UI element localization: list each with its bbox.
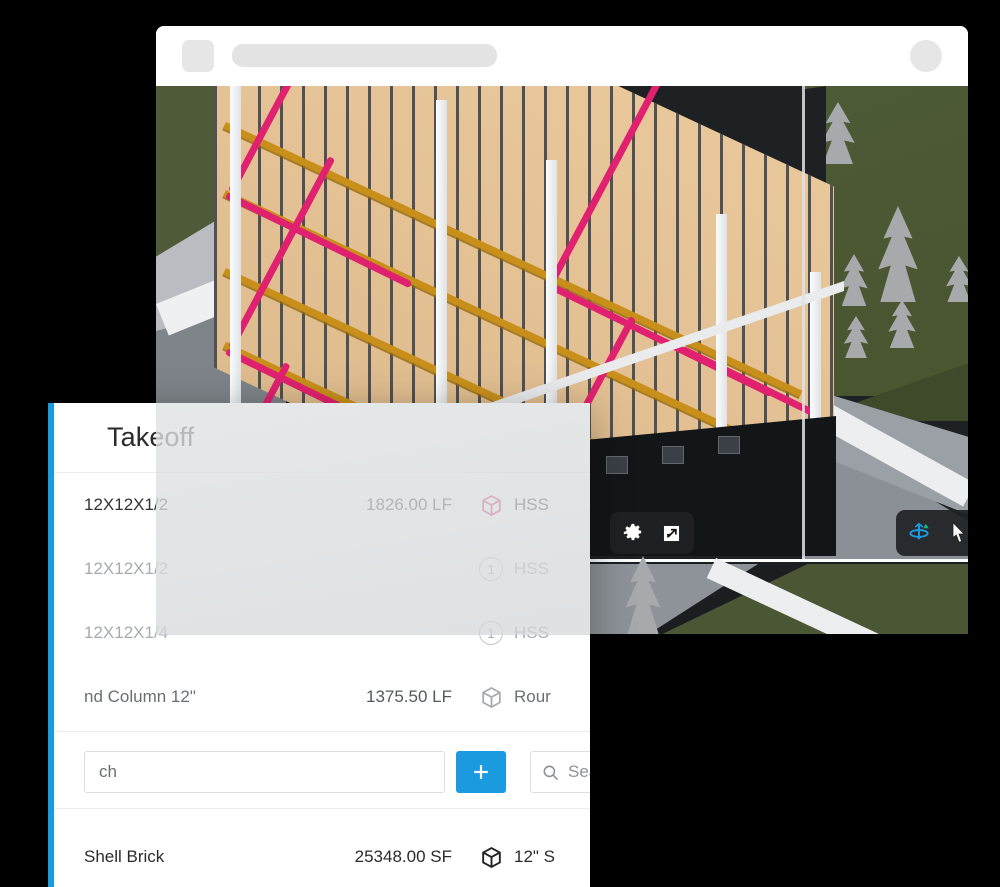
- table-row[interactable]: 12X12X1/2 1 HSS: [54, 537, 590, 601]
- search-icon: [543, 765, 559, 780]
- table-row[interactable]: 12X12X1/4 1 HSS: [54, 601, 590, 665]
- page-title: Takeoff: [107, 422, 195, 452]
- row-quantity: 25348.00 SF: [354, 847, 452, 866]
- screenshot-root: Takeoff 12X12X1/2 1826.00 LF HSS 12X12X1…: [0, 0, 1000, 887]
- orbit-widget: [896, 510, 968, 556]
- orbit-rotate-icon[interactable]: [896, 516, 942, 550]
- takeoff-add-row: Sear: [54, 731, 590, 809]
- tree-icon: [840, 316, 872, 358]
- cursor-arrow-icon[interactable]: [942, 516, 968, 550]
- row-name: 12X12X1/2: [84, 559, 169, 578]
- row-name: Shell Brick: [84, 847, 165, 866]
- gear-icon[interactable]: [614, 516, 652, 550]
- add-button[interactable]: [456, 751, 506, 793]
- cube-icon: [478, 845, 504, 870]
- row-description: HSS: [514, 559, 549, 578]
- tree-icon: [872, 206, 924, 302]
- row-description: HSS: [514, 495, 549, 514]
- search-placeholder: Sear: [568, 762, 590, 781]
- window-panel: [606, 456, 628, 474]
- row-name: 12X12X1/4: [84, 623, 169, 642]
- cube-icon: [478, 493, 504, 518]
- row-description: Rour: [514, 687, 551, 706]
- view-toolbar: [610, 512, 694, 554]
- window-panel: [662, 446, 684, 464]
- secondary-search-field[interactable]: Sear: [530, 751, 590, 793]
- window-panel: [718, 436, 740, 454]
- count-badge: 1: [478, 557, 504, 581]
- expand-fullscreen-icon[interactable]: [652, 516, 690, 550]
- table-row[interactable]: Shell Brick 25348.00 SF 12" S: [54, 825, 590, 887]
- tree-icon: [884, 300, 920, 348]
- browser-chrome: [156, 26, 968, 86]
- tree-icon: [836, 254, 872, 306]
- row-quantity: 1375.50 LF: [365, 687, 452, 706]
- badge-value: 1: [479, 557, 503, 581]
- panel-header: Takeoff: [54, 403, 590, 473]
- takeoff-panel: Takeoff 12X12X1/2 1826.00 LF HSS 12X12X1…: [48, 403, 590, 887]
- row-name: nd Column 12": [84, 687, 196, 706]
- browser-address-bar[interactable]: [232, 44, 497, 67]
- table-row[interactable]: 12X12X1/2 1826.00 LF HSS: [54, 473, 590, 537]
- tree-icon: [620, 556, 666, 634]
- viewport-split-vertical: [802, 86, 805, 562]
- count-badge: 1: [478, 621, 504, 645]
- cube-icon: [478, 685, 504, 710]
- row-description: 12" S: [514, 847, 556, 866]
- badge-value: 1: [479, 621, 503, 645]
- browser-tab-placeholder[interactable]: [182, 40, 214, 72]
- takeoff-list: 12X12X1/2 1826.00 LF HSS 12X12X1/2 1 HSS: [54, 473, 590, 887]
- row-quantity: 1826.00 LF: [365, 495, 452, 514]
- tree-icon: [942, 256, 968, 302]
- row-name: 12X12X1/2: [84, 495, 169, 514]
- row-description: HSS: [514, 623, 549, 642]
- avatar[interactable]: [910, 40, 942, 72]
- search-input[interactable]: [84, 751, 445, 793]
- table-row[interactable]: nd Column 12" 1375.50 LF Rour: [54, 665, 590, 729]
